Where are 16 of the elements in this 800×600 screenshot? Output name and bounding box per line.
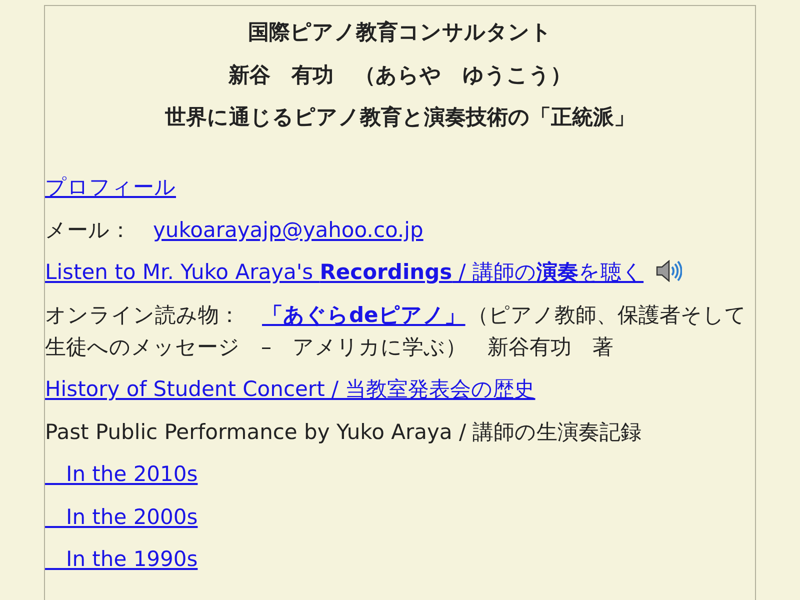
page-link[interactable]: History of Student Concert / 当教室発表会の歴史 bbox=[45, 377, 536, 401]
section-label: Past Public Performance by Yuko Araya / 講師の生演奏記録 bbox=[45, 420, 642, 444]
decade-link[interactable]: In the 1990s bbox=[45, 547, 198, 571]
speaker-icon bbox=[656, 260, 682, 282]
name-heading: 新谷 有功 （あらや ゆうこう） bbox=[227, 62, 572, 88]
book-description: 生徒へのメッセージ – アメリカに学ぶ） 新谷有功 著 bbox=[45, 334, 614, 358]
decade-link[interactable]: In the 2010s bbox=[45, 462, 198, 486]
tagline: 世界に通じるピアノ教育と演奏技術の「正統派」 bbox=[164, 104, 636, 131]
reading-label: オンライン読み物： bbox=[45, 302, 240, 326]
page-link[interactable]: プロフィール bbox=[45, 175, 176, 199]
email-label: メール： bbox=[45, 218, 131, 242]
book-link[interactable]: 「あぐらdeピアノ」 bbox=[262, 302, 466, 326]
book-description: （ピアノ教師、保護者そして bbox=[467, 302, 746, 326]
page-title: 国際ピアノ教育コンサルタント bbox=[247, 19, 553, 46]
decade-link[interactable]: In the 2000s bbox=[45, 504, 198, 528]
email-link[interactable]: yukoarayajp@yahoo.co.jp bbox=[153, 218, 424, 242]
